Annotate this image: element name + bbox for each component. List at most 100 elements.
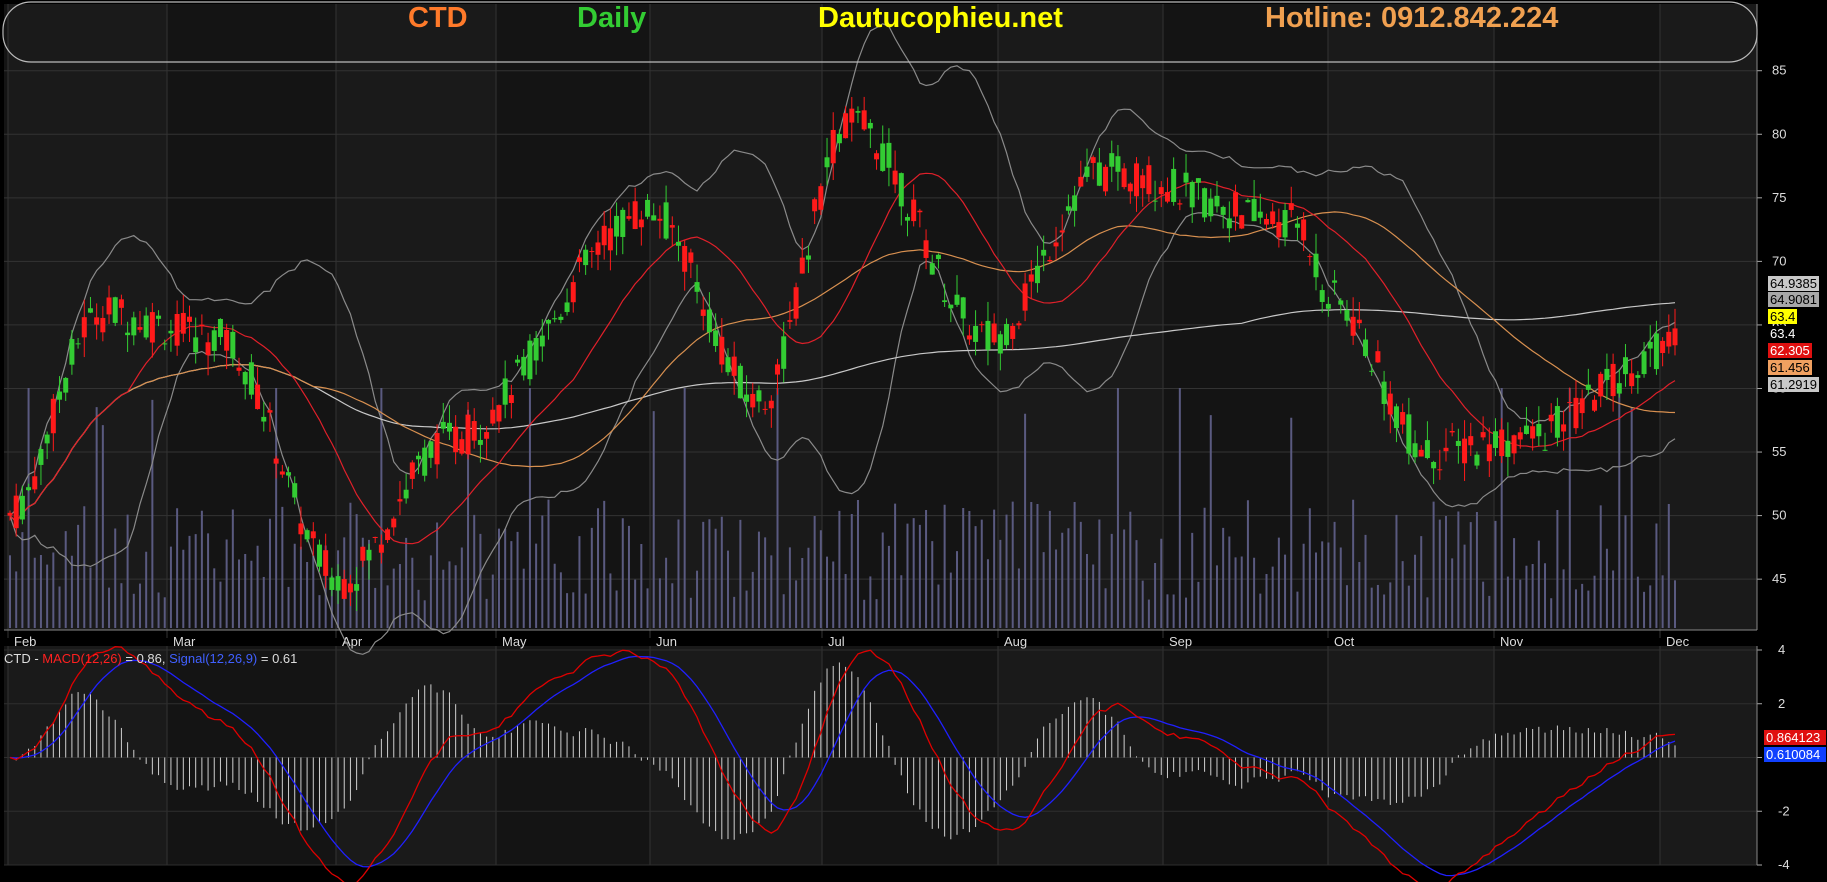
candle-body xyxy=(125,332,131,336)
candle-body xyxy=(1604,368,1610,380)
candle-body xyxy=(1567,402,1573,404)
candle-body xyxy=(805,255,811,260)
candle-body xyxy=(248,362,254,395)
candle-body xyxy=(1276,222,1282,238)
candle-body xyxy=(527,340,533,380)
candle-body xyxy=(1164,192,1170,202)
candle-body xyxy=(1171,168,1177,202)
candle-body xyxy=(954,294,960,305)
candle-body xyxy=(719,336,725,365)
hotline-title: Hotline: 0912.842.224 xyxy=(1265,2,1559,34)
candle-body xyxy=(1270,211,1276,225)
price-label: 61.456 xyxy=(1768,360,1812,375)
candle-body xyxy=(762,408,768,410)
price-tick-label: 80 xyxy=(1772,126,1786,141)
candle-body xyxy=(1356,319,1362,324)
candle-body xyxy=(1239,215,1245,229)
macd-value-label: 0.864123 xyxy=(1764,730,1826,745)
macd-tick-label: -2 xyxy=(1778,803,1790,818)
price-label: 64.9081 xyxy=(1768,292,1819,307)
candle-body xyxy=(1592,399,1598,411)
candle-body xyxy=(428,441,434,458)
candle-body xyxy=(162,343,168,345)
candle-body xyxy=(186,316,192,322)
month-label-mar: Mar xyxy=(173,634,196,649)
candle-body xyxy=(1294,223,1300,228)
candle-body xyxy=(1041,249,1047,256)
signal-caption-value: = 0.61 xyxy=(257,651,298,666)
candle-body xyxy=(1072,195,1078,211)
candle-body xyxy=(657,218,663,221)
candle-body xyxy=(1455,440,1461,446)
candle-body xyxy=(1585,384,1591,390)
candle-body xyxy=(713,330,719,347)
candle-body xyxy=(1090,157,1096,163)
candle-body xyxy=(279,471,285,475)
candle-body xyxy=(112,297,118,323)
candle-body xyxy=(1424,440,1430,459)
candle-body xyxy=(465,414,471,455)
candle-body xyxy=(942,300,948,303)
site-title: Dautucophieu.net xyxy=(818,2,1063,34)
candle-body xyxy=(886,142,892,168)
candle-body xyxy=(638,219,644,228)
candle-body xyxy=(675,241,681,246)
candle-body xyxy=(1251,198,1257,222)
candle-body xyxy=(94,317,100,325)
candle-body xyxy=(19,495,25,520)
candle-body xyxy=(1653,333,1659,370)
candle-body xyxy=(1511,435,1517,454)
candle-body xyxy=(434,433,440,465)
candle-body xyxy=(973,325,979,342)
candle-body xyxy=(131,317,137,336)
candle-body xyxy=(793,287,799,319)
month-label-jul: Jul xyxy=(828,634,845,649)
candle-body xyxy=(799,257,805,274)
candle-body xyxy=(1183,172,1189,183)
candle-body xyxy=(267,410,273,413)
candle-body xyxy=(725,357,731,373)
month-band xyxy=(336,646,496,865)
candle-body xyxy=(1554,406,1560,438)
candle-body xyxy=(651,215,657,221)
candle-body xyxy=(979,324,985,326)
candle-body xyxy=(174,313,180,346)
candle-body xyxy=(880,143,886,171)
candle-body xyxy=(422,447,428,476)
price-tick-label: 50 xyxy=(1772,508,1786,523)
candle-body xyxy=(607,228,613,251)
candle-body xyxy=(1573,397,1579,429)
candle-body xyxy=(143,315,149,338)
candle-body xyxy=(564,302,570,313)
price-label: 61.2919 xyxy=(1768,377,1819,392)
candle-body xyxy=(576,257,582,263)
candle-body xyxy=(620,209,626,237)
candle-body xyxy=(843,113,849,139)
month-label-oct: Oct xyxy=(1334,634,1355,649)
candle-body xyxy=(830,129,836,164)
month-label-jun: Jun xyxy=(656,634,677,649)
candle-body xyxy=(1004,323,1010,346)
macd-tick-label: 2 xyxy=(1778,696,1785,711)
candle-body xyxy=(323,550,329,576)
ticker-title: CTD xyxy=(408,2,468,34)
candle-body xyxy=(1226,218,1232,229)
candle-body xyxy=(1530,426,1536,439)
candle-body xyxy=(217,318,223,338)
candle-body xyxy=(1121,168,1127,188)
candle-body xyxy=(663,202,669,239)
candle-body xyxy=(781,336,787,369)
macd-caption-ticker: CTD xyxy=(4,651,31,666)
candle-body xyxy=(1622,357,1628,375)
candle-body xyxy=(570,282,576,303)
macd-tick-label: 4 xyxy=(1778,642,1785,657)
candle-body xyxy=(403,489,409,499)
candle-body xyxy=(366,549,372,561)
candle-body xyxy=(180,312,186,334)
month-band xyxy=(336,4,496,630)
candle-body xyxy=(750,393,756,408)
candle-body xyxy=(1307,256,1313,258)
candle-body xyxy=(1629,373,1635,387)
candle-body xyxy=(1096,162,1102,186)
candle-body xyxy=(1084,166,1090,177)
